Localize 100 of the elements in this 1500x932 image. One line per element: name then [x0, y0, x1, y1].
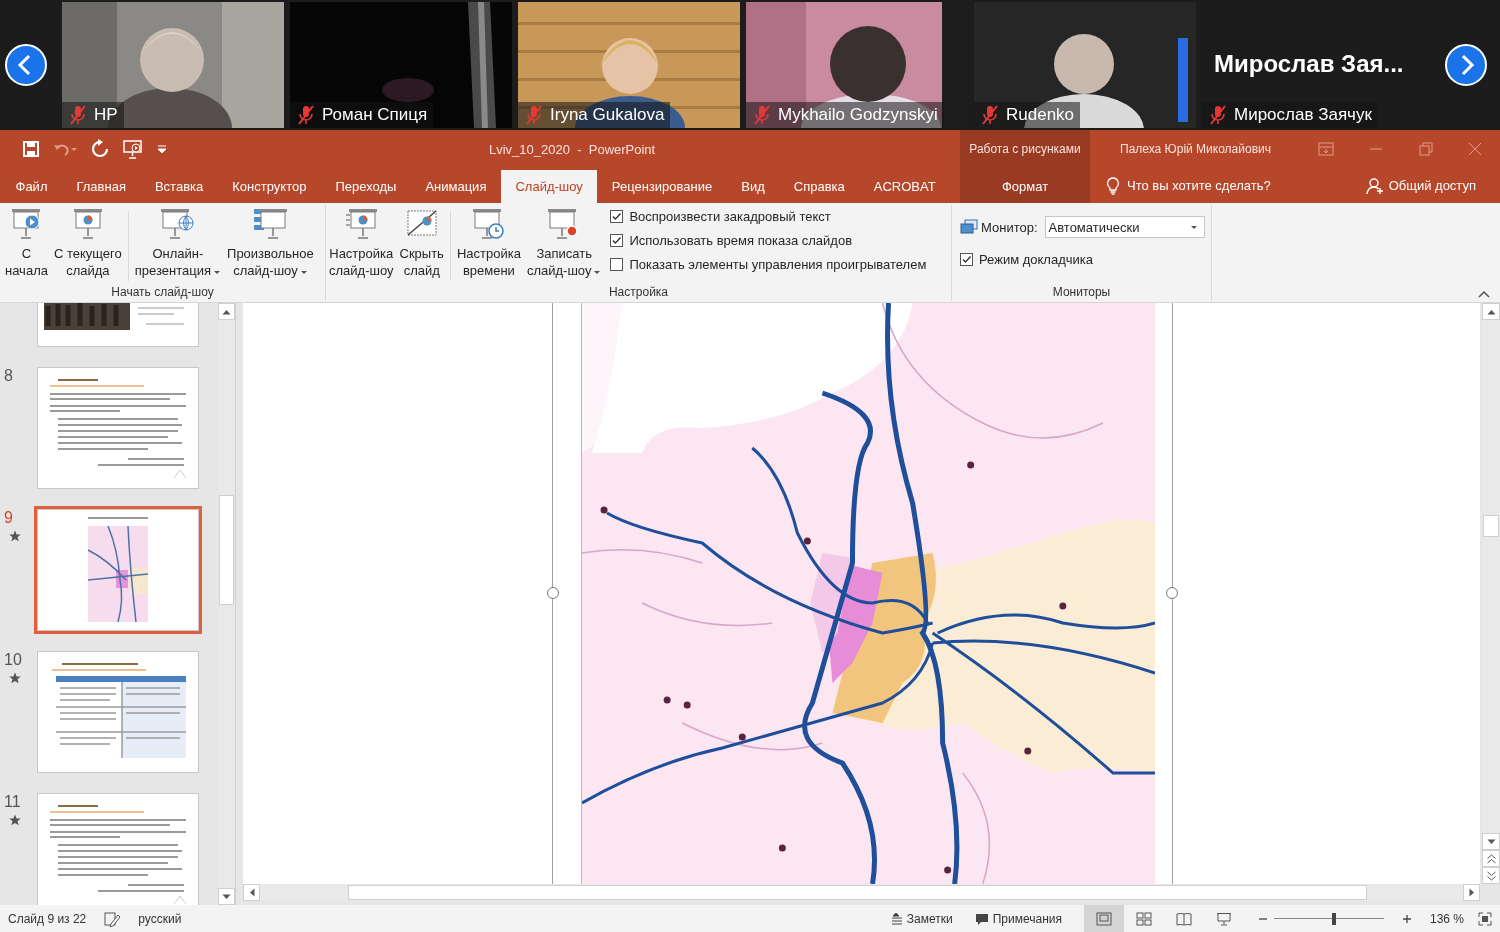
scrollbar[interactable] — [1482, 303, 1500, 884]
ribbon-tab[interactable]: Формат — [960, 170, 1090, 203]
slide-thumbnail[interactable] — [37, 793, 199, 905]
next-slide-button[interactable] — [1482, 867, 1500, 884]
checkbox[interactable] — [610, 258, 624, 271]
previous-button[interactable] — [4, 43, 48, 87]
monitors-icon — [960, 219, 978, 235]
ribbon-button[interactable]: Настройка времени — [453, 205, 524, 279]
ribbon-tab[interactable]: Файл — [1, 170, 62, 203]
ribbon-button[interactable]: С текущего слайда — [50, 205, 125, 279]
close-icon[interactable] — [1468, 142, 1483, 156]
previous-slide-button[interactable] — [1482, 850, 1500, 867]
checkbox[interactable] — [960, 253, 973, 266]
next-button[interactable] — [1444, 43, 1488, 87]
comments-button[interactable]: Примечания — [974, 911, 1062, 926]
screen-settings-icon — [344, 207, 379, 241]
save-icon[interactable] — [22, 140, 40, 158]
scroll-left-button[interactable] — [243, 884, 260, 901]
view-button[interactable] — [1083, 905, 1124, 932]
share-button[interactable]: Общий доступ — [1365, 168, 1476, 203]
scroll-down-button[interactable] — [1482, 833, 1500, 850]
monitor-label: Монитор: — [981, 219, 1038, 235]
collapse-ribbon-icon[interactable] — [1478, 290, 1490, 298]
scrollbar-thumb[interactable] — [1483, 515, 1499, 537]
participant-name: Мирослав Зая... — [1214, 50, 1404, 78]
fit-to-window-icon[interactable] — [1478, 911, 1492, 926]
caret-icon — [1189, 223, 1198, 231]
ribbon-button[interactable]: Скрыть слайд — [396, 205, 447, 279]
slide-number: 9 — [4, 509, 13, 527]
slider-thumb[interactable] — [1332, 912, 1337, 925]
resize-handle[interactable] — [547, 587, 559, 599]
left-triangle-icon — [248, 888, 255, 897]
ribbon-tab[interactable]: Переходы — [320, 170, 411, 203]
grid-view-icon — [1135, 911, 1152, 926]
monitor-dropdown[interactable]: Автоматически — [1044, 216, 1205, 238]
scrollbar-thumb[interactable] — [348, 885, 1367, 900]
language-label[interactable]: русский — [138, 911, 182, 926]
ribbon-button[interactable]: С начала — [2, 205, 51, 279]
screen-stand-icon — [1215, 911, 1232, 926]
resize-handle[interactable] — [1166, 587, 1178, 599]
lightbulb-icon — [1106, 176, 1120, 195]
double-up-chevron-icon — [1486, 853, 1496, 864]
spelling-icon[interactable] — [103, 910, 122, 927]
double-down-chevron-icon — [1486, 870, 1496, 881]
ribbon-button[interactable]: Настройка слайд-шоу — [326, 205, 397, 279]
slide-number: 8 — [4, 367, 13, 385]
context-group-label: Работа с рисунками — [969, 142, 1081, 156]
tell-me-search[interactable]: Что вы хотите сделать? — [1090, 168, 1271, 203]
up-triangle-icon — [1486, 308, 1496, 315]
slide-counter: Слайд 9 из 22 — [8, 911, 87, 926]
notes-button[interactable]: Заметки — [890, 911, 953, 926]
screen-list-icon — [253, 207, 288, 241]
down-triangle-icon — [222, 893, 231, 900]
slide-thumbnail[interactable] — [37, 367, 199, 489]
checkbox[interactable] — [610, 210, 624, 223]
ribbon-tab[interactable]: Вставка — [140, 170, 218, 203]
ribbon-tab[interactable]: ACROBAT — [859, 170, 951, 203]
ribbon-tab[interactable]: Анимация — [410, 170, 501, 203]
ribbon-tab[interactable]: Рецензирование — [597, 170, 727, 203]
right-triangle-icon — [1468, 888, 1475, 897]
participant-name: Роман Спиця — [322, 105, 428, 125]
ribbon-button[interactable]: Записать слайд-шоу — [523, 205, 605, 279]
scrollbar-thumb[interactable] — [219, 495, 234, 605]
ribbon-button[interactable]: Произвольное слайд-шоу — [224, 205, 317, 279]
normal-view-icon — [1095, 911, 1112, 926]
book-icon — [1175, 911, 1192, 926]
customize-caret-icon[interactable] — [156, 143, 168, 155]
scrollbar[interactable] — [218, 303, 235, 905]
ribbon-tab[interactable]: Слайд-шоу — [500, 170, 598, 203]
scroll-up-button[interactable] — [218, 303, 235, 320]
ribbon-tab[interactable]: Вид — [726, 170, 780, 203]
ribbon-tab[interactable]: Конструктор — [217, 170, 321, 203]
participant-name: Iryna Gukalova — [550, 105, 665, 125]
user-name[interactable]: Палеха Юрій Миколайович — [1090, 142, 1300, 156]
window-title: Lviv_10_2020 - PowerPoint — [489, 141, 657, 157]
repeat-icon[interactable] — [90, 139, 110, 159]
slide-thumbnail[interactable] — [37, 509, 199, 631]
scroll-up-button[interactable] — [1482, 303, 1500, 320]
down-triangle-icon — [1486, 838, 1496, 845]
screen-clock-icon — [471, 207, 506, 241]
zoom-level[interactable]: 136 % — [1429, 911, 1464, 926]
scrollbar[interactable] — [243, 884, 1480, 901]
participant-name: Мирослав Заячук — [1234, 105, 1372, 125]
ribbon-button[interactable]: Онлайн- презентация — [131, 205, 225, 279]
plus-icon — [1402, 914, 1411, 923]
ribbon-tab[interactable]: Главная — [61, 170, 141, 203]
slideshow-icon[interactable] — [122, 139, 144, 159]
speech-bubble-icon — [974, 912, 989, 925]
ribbon-tab[interactable]: Справка — [779, 170, 860, 203]
scroll-right-button[interactable] — [1463, 884, 1480, 901]
slide-thumbnail[interactable] — [37, 651, 199, 773]
up-triangle-icon — [222, 308, 231, 315]
person-add-icon — [1365, 176, 1384, 195]
participant-name: HP — [94, 105, 118, 125]
checkbox-label: Режим докладчика — [979, 252, 1093, 267]
checkbox[interactable] — [610, 234, 624, 247]
checkbox-label: Показать элементы управления проигрывателем — [629, 257, 927, 272]
slide-number: 11 — [4, 793, 21, 811]
scroll-down-button[interactable] — [218, 888, 235, 905]
group-label: Настройка — [607, 285, 670, 301]
